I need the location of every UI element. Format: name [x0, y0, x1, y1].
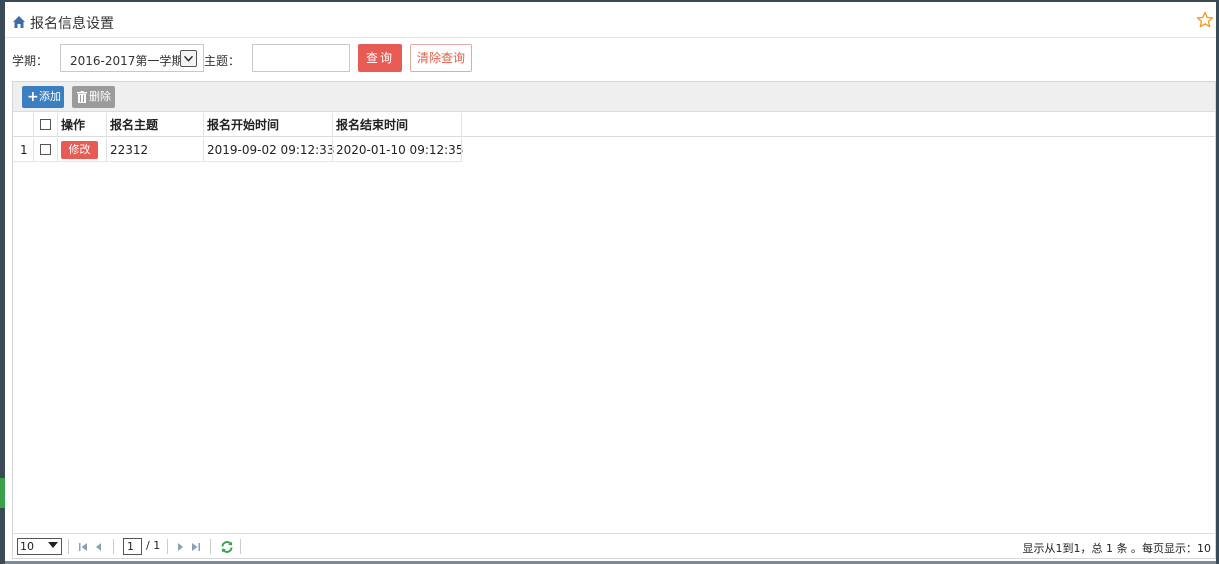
home-icon	[13, 16, 25, 28]
column-divider	[203, 138, 204, 162]
trash-icon	[77, 91, 87, 103]
pagination-bar: 10 1 / 1 显示从1到1，总 1 条 。每页显示：10	[13, 533, 1215, 558]
prev-page-icon[interactable]	[93, 541, 105, 553]
term-select-value: 2016-2017第一学期	[70, 54, 184, 68]
total-pages: / 1	[146, 539, 161, 552]
page-title: 报名信息设置	[30, 16, 114, 32]
table-row[interactable]: 1 修改 22312 2019-09-02 09:12:33 2020-01-1…	[13, 138, 464, 162]
data-grid: + 添加 删除 操作 报名主题 报名开始时间 报名结束时间 1 修改 22312…	[12, 81, 1216, 559]
favorite-star-icon[interactable]	[1196, 11, 1214, 29]
column-divider	[461, 113, 462, 137]
page-size-select[interactable]: 10	[17, 538, 62, 555]
column-header-action: 操作	[61, 118, 86, 132]
query-button[interactable]: 查询	[358, 44, 402, 72]
column-header-end-time[interactable]: 报名结束时间	[336, 113, 408, 137]
term-label: 学期：	[12, 54, 49, 68]
page-number-input[interactable]: 1	[123, 538, 142, 555]
clear-query-button[interactable]: 清除查询	[410, 44, 472, 72]
delete-button[interactable]: 删除	[72, 86, 115, 108]
topic-label: 主题：	[204, 54, 241, 68]
table-header: 操作 报名主题 报名开始时间 报名结束时间	[13, 113, 1215, 137]
column-divider	[57, 138, 58, 162]
search-bar: 学期： 2016-2017第一学期 主题： 查询 清除查询	[5, 39, 1216, 81]
row-index: 1	[20, 143, 28, 157]
title-bar: 报名信息设置	[5, 2, 1216, 38]
topic-input[interactable]	[252, 44, 350, 72]
column-divider	[332, 113, 333, 137]
column-divider	[106, 138, 107, 162]
pagination-info: 显示从1到1，总 1 条 。每页显示：10	[1022, 542, 1211, 555]
add-button[interactable]: + 添加	[22, 86, 64, 108]
edit-button[interactable]: 修改	[61, 141, 98, 159]
page-frame: 报名信息设置 学期： 2016-2017第一学期 主题： 查询 清除查询 + 添…	[5, 2, 1216, 561]
add-button-label: 添加	[39, 90, 61, 103]
term-select[interactable]: 2016-2017第一学期	[60, 44, 204, 72]
page-size-value: 10	[20, 540, 34, 553]
select-all-checkbox[interactable]	[40, 119, 51, 130]
first-page-icon[interactable]	[77, 541, 89, 553]
pager-separator	[210, 539, 211, 554]
chevron-down-icon	[48, 542, 58, 548]
column-divider	[33, 113, 34, 137]
grid-toolbar: + 添加 删除	[13, 82, 1215, 112]
delete-button-label: 删除	[89, 90, 111, 103]
column-divider	[57, 113, 58, 137]
column-divider	[203, 113, 204, 137]
column-divider	[461, 138, 462, 162]
row-checkbox[interactable]	[40, 144, 51, 155]
column-header-start-time[interactable]: 报名开始时间	[207, 113, 279, 137]
pager-separator	[167, 539, 168, 554]
pager-separator	[113, 539, 114, 554]
cell-end-time: 2020-01-10 09:12:35	[336, 143, 464, 157]
next-page-icon[interactable]	[174, 541, 186, 553]
cell-start-time: 2019-09-02 09:12:33	[207, 143, 335, 157]
plus-icon: +	[27, 89, 39, 105]
column-divider	[33, 138, 34, 162]
column-divider	[332, 138, 333, 162]
last-page-icon[interactable]	[190, 541, 202, 553]
refresh-icon[interactable]	[220, 540, 234, 554]
column-header-topic[interactable]: 报名主题	[110, 113, 158, 137]
pager-separator	[240, 539, 241, 554]
pager-separator	[68, 539, 69, 554]
cell-topic: 22312	[110, 143, 149, 157]
chevron-down-icon	[180, 50, 197, 67]
column-divider	[106, 113, 107, 137]
